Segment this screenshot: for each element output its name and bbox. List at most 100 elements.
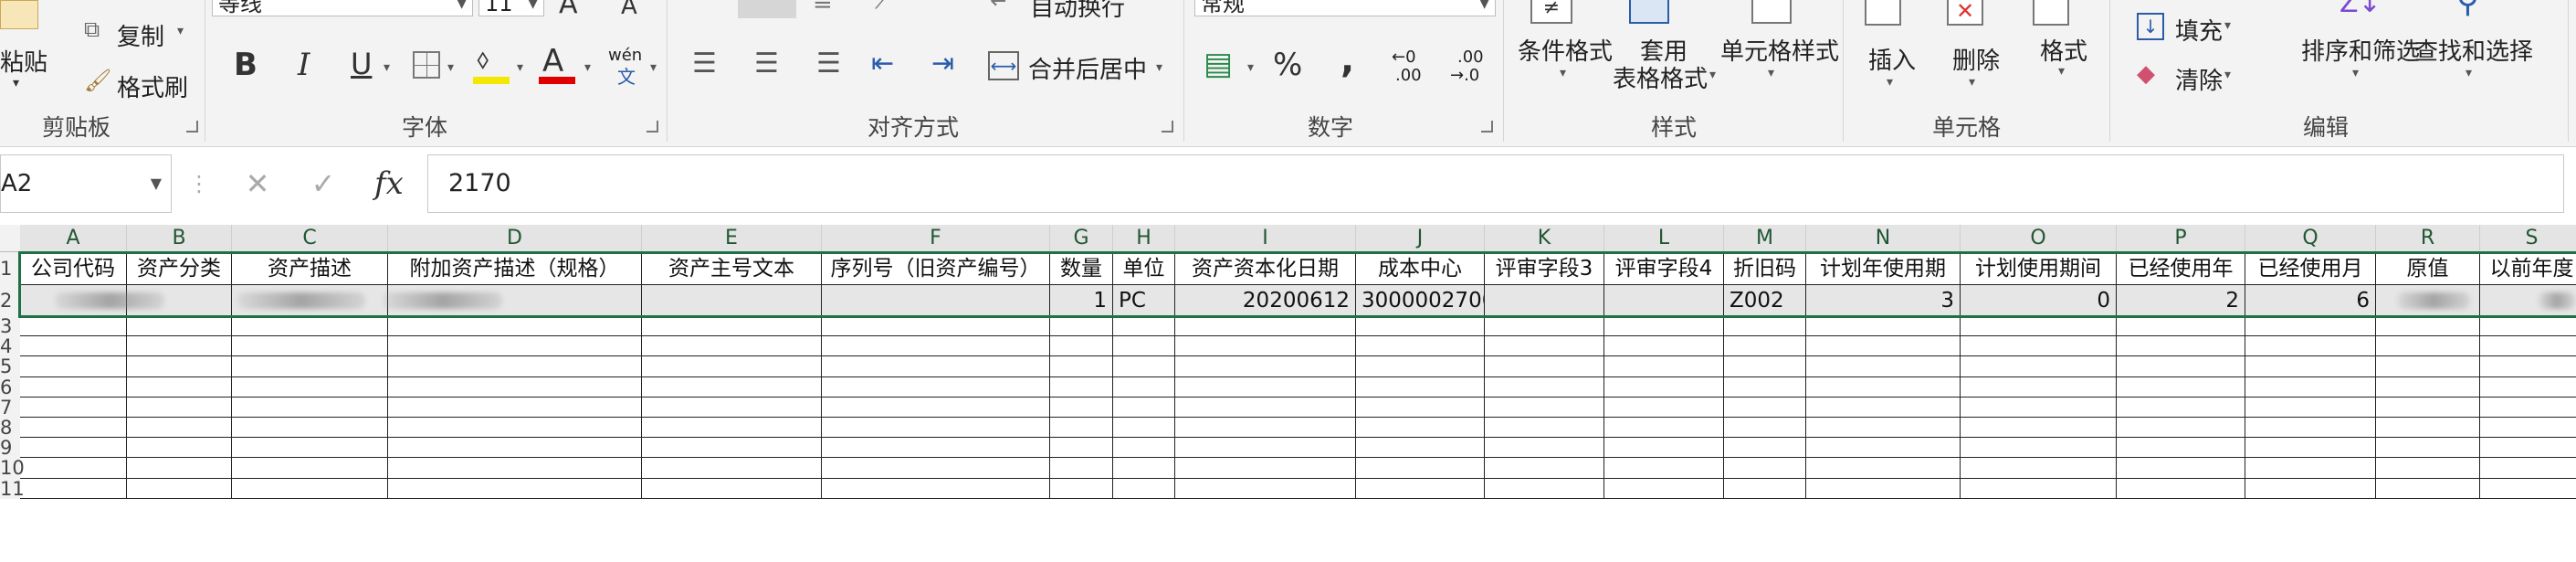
data-cell-e2[interactable] (642, 285, 822, 316)
increase-decimal-bottom[interactable]: .00 (1395, 66, 1422, 85)
sort-filter-icon[interactable]: Z↓ (2339, 0, 2381, 19)
clear-icon[interactable]: ◆ (2137, 60, 2155, 88)
merge-center-icon[interactable]: ⟷ (988, 51, 1019, 80)
row-header-4[interactable]: 4 (0, 336, 20, 356)
column-header-o[interactable]: O (1961, 225, 2117, 251)
empty-cell[interactable] (1356, 356, 1485, 377)
column-header-d[interactable]: D (388, 225, 642, 251)
sort-filter-dropdown-icon[interactable]: ▾ (2352, 66, 2359, 80)
empty-cell[interactable] (2117, 458, 2245, 479)
empty-cell[interactable] (232, 356, 388, 377)
empty-cell[interactable] (2376, 336, 2480, 357)
empty-cell[interactable] (1175, 316, 1356, 337)
data-cell-l2[interactable] (1604, 285, 1724, 316)
empty-cell[interactable] (642, 478, 822, 499)
table-format-icon[interactable] (1629, 0, 1669, 24)
empty-cell[interactable] (1175, 376, 1356, 398)
clear-dropdown-icon[interactable]: ▾ (2224, 68, 2231, 82)
empty-cell[interactable] (642, 376, 822, 398)
copy-dropdown-icon[interactable]: ▾ (177, 24, 184, 38)
data-cell-m2[interactable]: Z002 (1724, 285, 1806, 316)
row-header-5[interactable]: 5 (0, 356, 20, 377)
shrink-font-button[interactable]: A (621, 0, 637, 18)
enter-icon[interactable]: ✓ (307, 154, 340, 213)
empty-cell[interactable] (2117, 397, 2245, 418)
row-header-1[interactable]: 1 (0, 252, 20, 285)
column-header-h[interactable]: H (1113, 225, 1175, 251)
column-header-m[interactable]: M (1724, 225, 1806, 251)
empty-cell[interactable] (1604, 336, 1724, 357)
column-header-c[interactable]: C (232, 225, 388, 251)
empty-cell[interactable] (388, 356, 642, 377)
column-header-r[interactable]: R (2376, 225, 2480, 251)
data-cell-i2[interactable]: 20200612 (1175, 285, 1356, 316)
empty-cell[interactable] (127, 397, 232, 418)
empty-cell[interactable] (822, 478, 1050, 499)
table-format-dropdown-icon[interactable]: ▾ (1709, 68, 1716, 82)
accounting-icon[interactable]: ▤ (1204, 46, 1233, 82)
row-header-11[interactable]: 11 (0, 478, 25, 499)
decrease-decimal-bottom[interactable]: →.0 (1450, 66, 1479, 85)
format-cells-button[interactable]: 格式 (2040, 33, 2087, 67)
row-header-6[interactable]: 6 (0, 376, 20, 398)
header-cell-r[interactable]: 原值 (2376, 252, 2480, 285)
fill-button[interactable]: 填充 (2175, 13, 2223, 47)
empty-cell[interactable] (1806, 418, 1961, 439)
empty-cell[interactable] (1604, 478, 1724, 499)
header-cell-s[interactable]: 以前年度 (2480, 252, 2576, 285)
cell-styles-dropdown-icon[interactable]: ▾ (1768, 66, 1774, 80)
header-cell-a[interactable]: 公司代码 (20, 252, 127, 285)
header-cell-h[interactable]: 单位 (1113, 252, 1175, 285)
increase-decimal-top[interactable]: ←0 (1392, 48, 1416, 67)
empty-cell[interactable] (1113, 376, 1175, 398)
empty-cell[interactable] (642, 418, 822, 439)
format-cells-icon[interactable] (2033, 0, 2069, 26)
align-right-icon[interactable]: ☰ (816, 48, 841, 80)
fill-dropdown-icon[interactable]: ▾ (2224, 18, 2231, 33)
header-cell-m[interactable]: 折旧码 (1724, 252, 1806, 285)
empty-cell[interactable] (388, 316, 642, 337)
empty-cell[interactable] (127, 418, 232, 439)
empty-cell[interactable] (1050, 397, 1113, 418)
empty-cell[interactable] (1724, 316, 1806, 337)
conditional-format-dropdown-icon[interactable]: ▾ (1560, 66, 1566, 80)
paste-dropdown-icon[interactable]: ▾ (13, 77, 19, 90)
column-header-p[interactable]: P (2117, 225, 2245, 251)
fill-color-icon[interactable]: ⬨ (477, 46, 489, 73)
empty-cell[interactable] (1961, 397, 2117, 418)
empty-cell[interactable] (2480, 458, 2576, 479)
empty-cell[interactable] (20, 418, 127, 439)
empty-cell[interactable] (20, 438, 127, 459)
column-header-g[interactable]: G (1050, 225, 1113, 251)
empty-cell[interactable] (822, 418, 1050, 439)
empty-cell[interactable] (2245, 478, 2376, 499)
empty-cell[interactable] (2480, 438, 2576, 459)
format-painter-button[interactable]: 格式刷 (117, 69, 188, 103)
header-cell-c[interactable]: 资产描述 (232, 252, 388, 285)
empty-cell[interactable] (232, 458, 388, 479)
empty-cell[interactable] (1050, 316, 1113, 337)
empty-cell[interactable] (1806, 458, 1961, 479)
column-header-j[interactable]: J (1356, 225, 1485, 251)
empty-cell[interactable] (2117, 336, 2245, 357)
header-cell-j[interactable]: 成本中心 (1356, 252, 1485, 285)
empty-cell[interactable] (232, 478, 388, 499)
empty-cell[interactable] (2245, 376, 2376, 398)
percent-button[interactable]: % (1273, 49, 1302, 80)
empty-cell[interactable] (2117, 356, 2245, 377)
empty-cell[interactable] (1113, 316, 1175, 337)
empty-cell[interactable] (127, 376, 232, 398)
row-header-3[interactable]: 3 (0, 316, 20, 336)
insert-function-button[interactable]: fx (374, 154, 404, 213)
empty-cell[interactable] (127, 316, 232, 337)
column-header-f[interactable]: F (822, 225, 1050, 251)
empty-cell[interactable] (1806, 376, 1961, 398)
delete-icon[interactable]: ✕ (1947, 0, 1983, 26)
accounting-dropdown-icon[interactable]: ▾ (1247, 60, 1254, 75)
empty-cell[interactable] (822, 376, 1050, 398)
align-top-icon[interactable] (738, 0, 796, 18)
empty-cell[interactable] (232, 376, 388, 398)
empty-cell[interactable] (232, 397, 388, 418)
insert-icon[interactable] (1865, 0, 1901, 26)
italic-button[interactable]: I (298, 49, 310, 80)
